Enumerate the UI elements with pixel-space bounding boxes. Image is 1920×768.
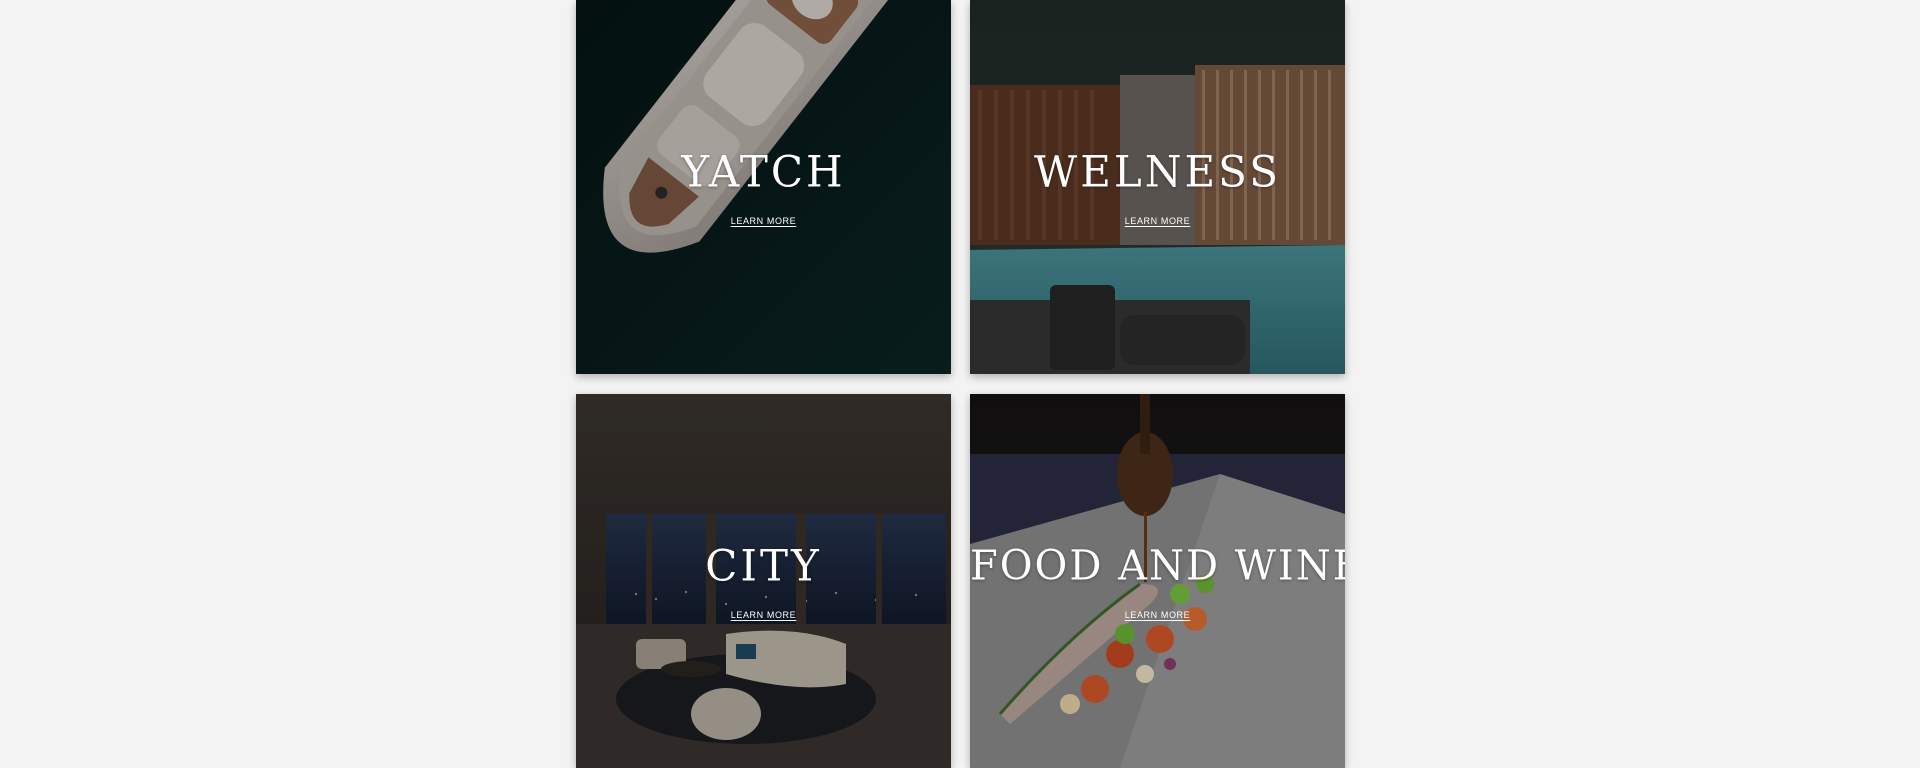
- city-card[interactable]: CITY LEARN MORE: [576, 394, 951, 768]
- wellness-card[interactable]: WELNESS LEARN MORE: [970, 0, 1345, 374]
- learn-more-link[interactable]: LEARN MORE: [970, 216, 1345, 226]
- card-title: FOOD AND WINE: [970, 542, 1345, 590]
- card-title: YATCH: [681, 146, 846, 197]
- card-title: WELNESS: [1034, 146, 1281, 197]
- card-title: CITY: [705, 540, 822, 591]
- yacht-card[interactable]: YATCH LEARN MORE: [576, 0, 951, 374]
- food-and-wine-card[interactable]: FOOD AND WINE LEARN MORE: [970, 394, 1345, 768]
- experience-grid: YATCH LEARN MORE WELNESS LEARN MORE CITY…: [576, 0, 1345, 768]
- learn-more-link[interactable]: LEARN MORE: [970, 610, 1345, 620]
- learn-more-link[interactable]: LEARN MORE: [576, 610, 951, 620]
- learn-more-link[interactable]: LEARN MORE: [576, 216, 951, 226]
